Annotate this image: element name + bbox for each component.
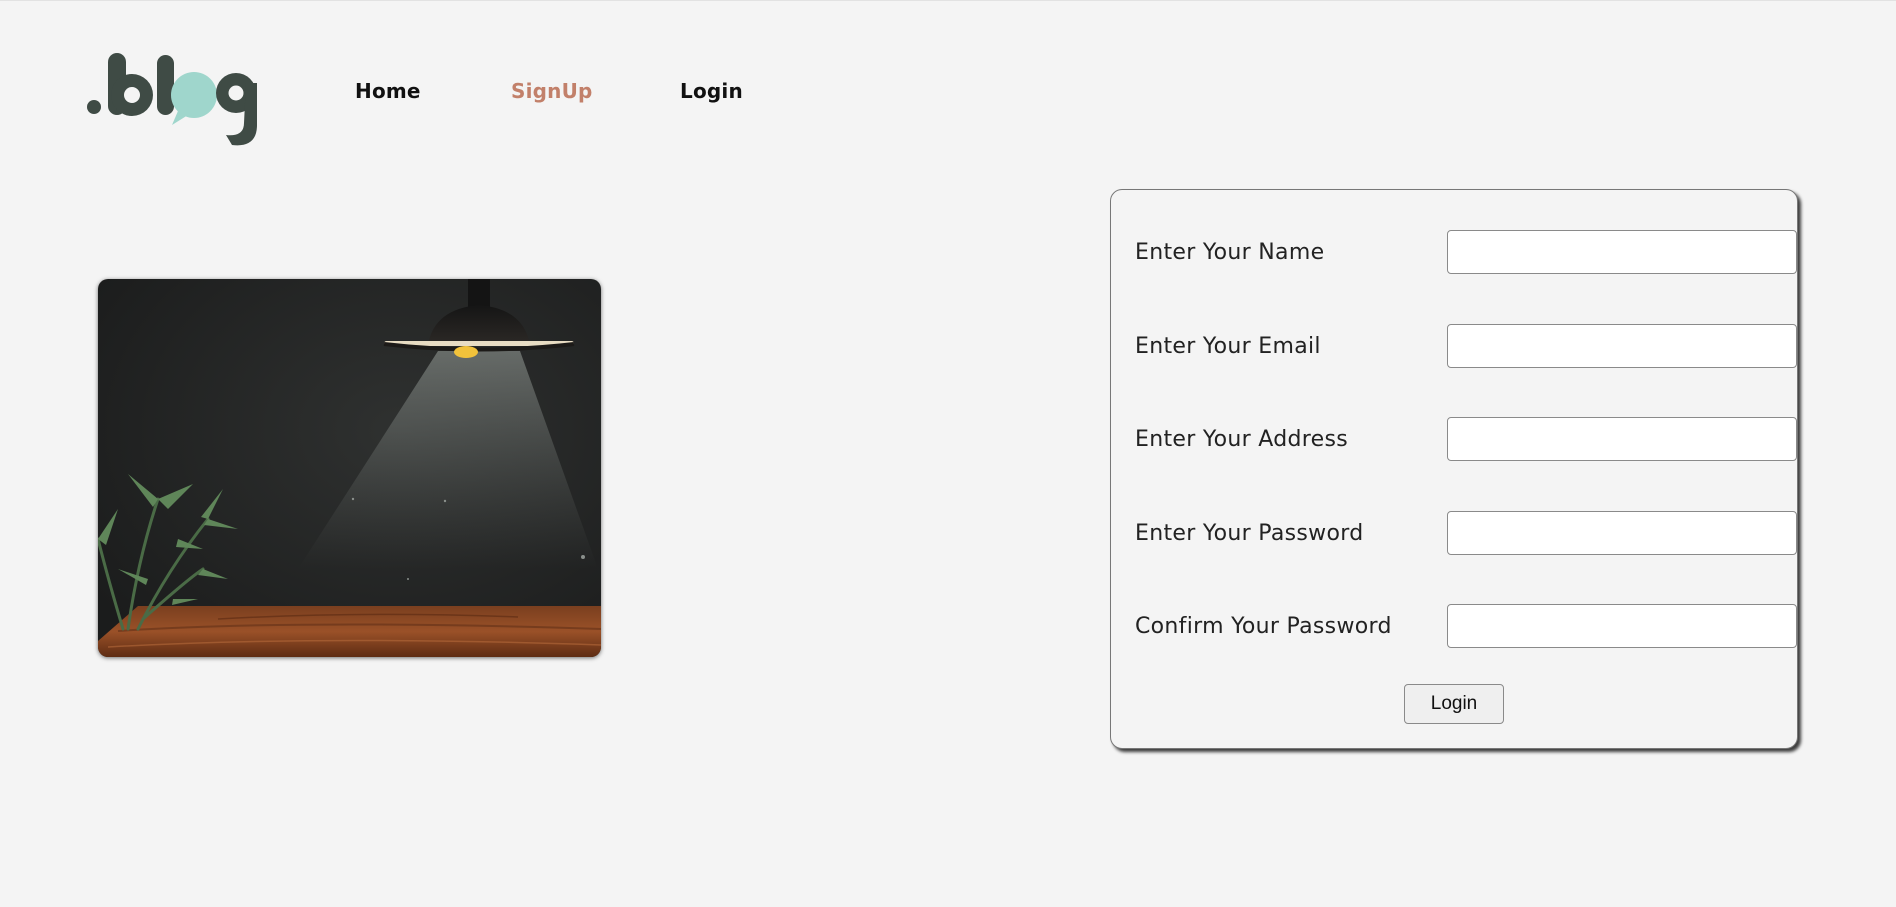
login-button[interactable]: Login [1404, 684, 1504, 724]
name-label: Enter Your Name [1135, 240, 1325, 265]
name-row: Enter Your Name [1135, 230, 1797, 276]
address-input[interactable] [1447, 417, 1797, 461]
email-input[interactable] [1447, 324, 1797, 368]
password-label: Enter Your Password [1135, 521, 1364, 546]
address-row: Enter Your Address [1135, 417, 1797, 463]
password-row: Enter Your Password [1135, 511, 1797, 557]
confirm-password-row: Confirm Your Password [1135, 604, 1797, 650]
page: Home SignUp Login Enter Your Name Enter … [0, 0, 1896, 907]
nav-signup-link[interactable]: SignUp [511, 79, 621, 103]
confirm-password-input[interactable] [1447, 604, 1797, 648]
email-row: Enter Your Email [1135, 324, 1797, 370]
signup-form: Enter Your Name Enter Your Email Enter Y… [1110, 189, 1798, 749]
nav-login-link[interactable]: Login [680, 79, 770, 103]
room-lamp-plant-table-image [98, 279, 601, 657]
password-input[interactable] [1447, 511, 1797, 555]
email-label: Enter Your Email [1135, 334, 1321, 359]
name-input[interactable] [1447, 230, 1797, 274]
blog-logo[interactable] [86, 49, 261, 149]
nav-home-link[interactable]: Home [355, 79, 445, 103]
address-label: Enter Your Address [1135, 427, 1349, 452]
confirm-password-label: Confirm Your Password [1135, 614, 1392, 639]
